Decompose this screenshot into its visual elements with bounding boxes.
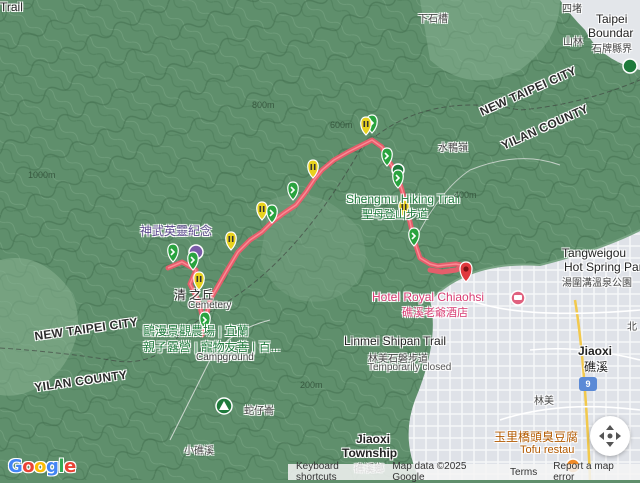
label-shengmu-trail[interactable]: Shengmu Hiking Trail [346, 192, 460, 206]
elevation-label: 200m [300, 380, 323, 390]
label-linmei-trail[interactable]: Linmei Shipan Trail [344, 334, 446, 348]
label-jiaoxi-zh: 礁溪 [584, 360, 609, 374]
label-xiaojiaoxi: 小礁溪 [184, 446, 214, 457]
label-camp-3[interactable]: Campground [196, 352, 254, 363]
label-tofu-zh[interactable]: 玉里橋頭臭豆腐 [494, 428, 578, 445]
label-cemetery-en: Cemetery [188, 300, 232, 311]
label-hotel-en[interactable]: Hotel Royal Chiaohsi [372, 290, 484, 304]
label-boundary: Boundar [588, 26, 634, 40]
label-linmei: 林美 [534, 396, 554, 407]
label-xiashicao: 下石槽 [418, 14, 448, 25]
label-tangweigou-2[interactable]: Hot Spring Par [564, 260, 640, 274]
route-shield: 9 [579, 377, 597, 391]
elevation-label: 800m [252, 100, 275, 110]
label-jiaoxi-en: Jiaoxi [578, 344, 613, 358]
label-tofu-en[interactable]: Tofu restau [520, 444, 574, 456]
tangweigou-poi-icon[interactable] [622, 58, 638, 74]
label-linmei-closed: Temporarily closed [368, 362, 452, 373]
move-arrows-icon [599, 425, 621, 447]
label-sijie: 四堵 [562, 4, 582, 15]
elevation-label: 600m [330, 120, 353, 130]
map-canvas[interactable] [0, 0, 640, 480]
label-shanlin: 山林 [563, 37, 583, 48]
label-township-1: Jiaoxi [356, 432, 391, 446]
elevation-label: 400m [454, 190, 477, 200]
label-shengmu-zh[interactable]: 聖母登山步道 [362, 206, 428, 222]
label-shuiyaling: 水鴨嶺 [438, 143, 468, 154]
label-road-mark: 北 [627, 322, 637, 333]
label-taipei: Taipei [596, 12, 628, 26]
terms-link[interactable]: Terms [502, 467, 545, 478]
elevation-label: 1000m [28, 170, 56, 180]
label-top-trail: Trail [0, 0, 23, 14]
label-shrine[interactable]: 神武英靈紀念 [140, 222, 212, 239]
label-camp-1[interactable]: 鷗漫景觀農場 | 宜蘭 [143, 322, 249, 339]
label-tangweigou-zh[interactable]: 湯圍溝溫泉公園 [562, 274, 632, 289]
camera-control-button[interactable] [590, 416, 630, 456]
google-logo: Google [8, 456, 76, 477]
label-boundary-zh: 石牌縣界 [592, 44, 632, 55]
attribution-bar: Keyboard shortcuts Map data ©2025 Google… [288, 461, 640, 483]
hotel-bed-icon [514, 295, 522, 300]
label-tangweigou[interactable]: Tangweigou [562, 246, 626, 260]
label-township-2: Township [342, 446, 398, 460]
label-hotel-zh[interactable]: 礁溪老爺酒店 [402, 304, 468, 320]
label-shezaipu: 蛇仔崙 [244, 406, 274, 417]
